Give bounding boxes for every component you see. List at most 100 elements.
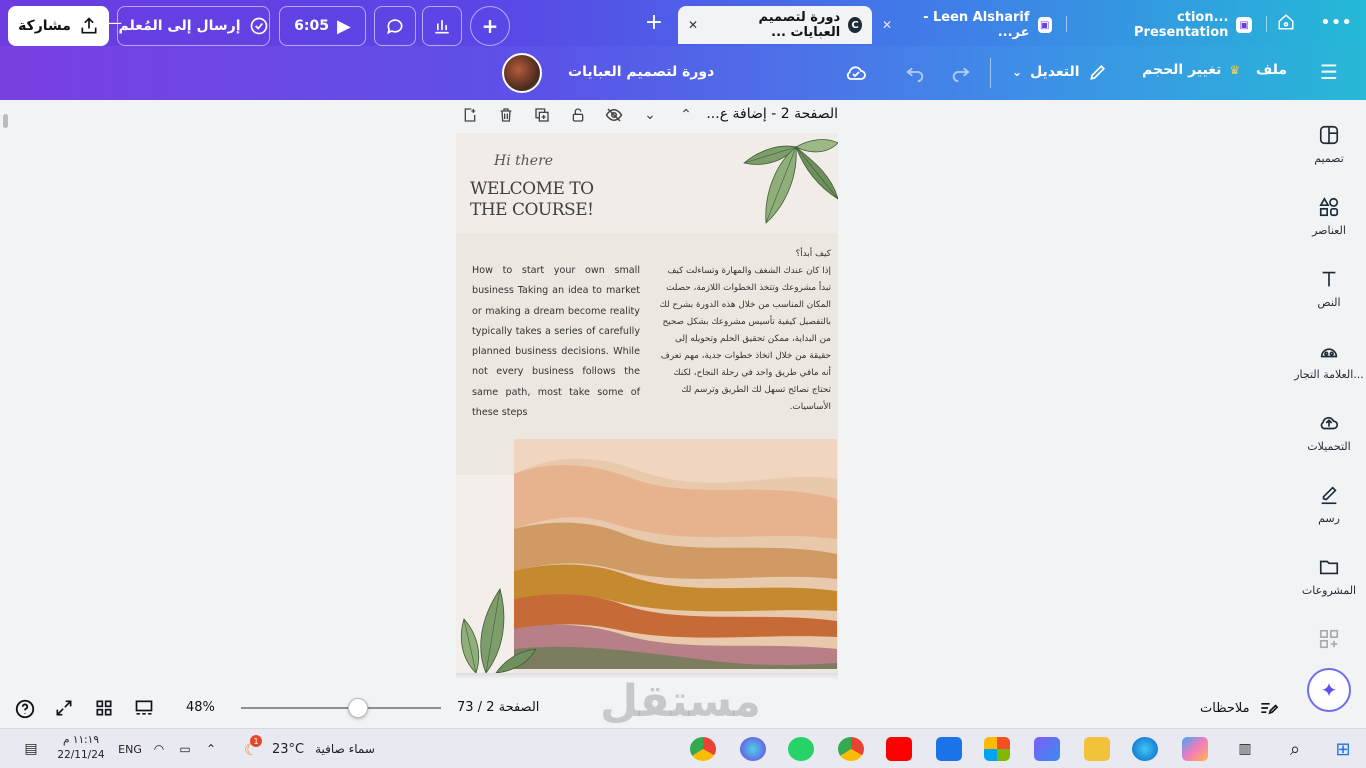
- weather-badge: 1: [250, 735, 262, 747]
- avatar[interactable]: [502, 53, 542, 93]
- tab-leen[interactable]: ▣ Leen Alsharif - عر... ✕: [872, 6, 1062, 44]
- sidebar-item-uploads[interactable]: التحميلات: [1292, 412, 1366, 453]
- play-icon: ▶: [336, 15, 351, 37]
- more-options-icon[interactable]: •••: [1320, 8, 1352, 36]
- grid-view-button[interactable]: [94, 698, 114, 718]
- edit-label: التعديل: [1030, 64, 1080, 80]
- file-menu-button[interactable]: ملف: [1256, 62, 1287, 78]
- redo-icon[interactable]: [950, 61, 972, 83]
- hi-there-text: Hi there: [494, 153, 554, 169]
- page-header: ⌄ ⌃ الصفحة 2 - إضافة ع...: [456, 104, 838, 126]
- canva-taskbar-icon[interactable]: [740, 737, 766, 761]
- arabic-body: كيف أبدأ؟ إذا كان عندك الشغف والمهارة وت…: [654, 246, 831, 416]
- pages-view-button[interactable]: [134, 698, 154, 718]
- share-button[interactable]: مشاركة: [8, 6, 109, 46]
- chevron-down-icon: ⌄: [1012, 65, 1023, 79]
- tab-close-icon[interactable]: ✕: [688, 18, 698, 32]
- edit-mode-button[interactable]: ⌄ التعديل: [1012, 62, 1108, 82]
- present-button[interactable]: 6:05 ▶: [279, 6, 366, 46]
- leaf-illustration: [743, 139, 838, 224]
- send-to-teacher-button[interactable]: إرسال إلى المُعلم: [117, 6, 270, 46]
- resize-button[interactable]: تغيير الحجم ♛: [1142, 62, 1240, 78]
- duplicate-icon[interactable]: [533, 106, 551, 124]
- canva-icon: C: [848, 17, 862, 33]
- tab-active[interactable]: C دورة لتصميم العبايات ... ✕: [678, 6, 872, 44]
- help-button[interactable]: [14, 698, 36, 720]
- timer-label: 6:05: [294, 18, 329, 34]
- scrollbar-thumb[interactable]: [3, 114, 8, 128]
- comment-button[interactable]: [374, 6, 416, 46]
- sidebar-item-label: النص: [1317, 296, 1341, 309]
- upload-icon: [1320, 416, 1339, 430]
- grid-icon: [96, 700, 112, 716]
- home-icon[interactable]: [1272, 8, 1300, 36]
- edge-icon[interactable]: [1132, 737, 1158, 761]
- tab-presentation[interactable]: ▣ ...ction Presentation: [1072, 6, 1262, 44]
- clock-date: 22/11/24: [57, 749, 105, 761]
- undo-icon[interactable]: [904, 61, 926, 83]
- check-circle-icon: [250, 17, 267, 35]
- notes-label: ملاحظات: [1200, 700, 1250, 716]
- resize-label: تغيير الحجم: [1142, 62, 1222, 78]
- weather-text[interactable]: سماء صافية: [306, 737, 384, 761]
- chrome-icon[interactable]: [690, 737, 716, 761]
- apps-icon: [1319, 629, 1339, 649]
- insights-button[interactable]: [422, 6, 462, 46]
- clock[interactable]: ١١:١٩ م 22/11/24: [52, 733, 110, 763]
- mail-icon[interactable]: [936, 737, 962, 761]
- language-indicator[interactable]: ENG: [116, 737, 144, 761]
- classroom-icon: ▣: [1236, 17, 1252, 33]
- new-tab-icon[interactable]: +: [640, 8, 668, 36]
- notifications-icon[interactable]: ▤: [18, 737, 44, 761]
- add-page-icon[interactable]: [461, 106, 479, 124]
- file-explorer-icon[interactable]: [1084, 737, 1110, 761]
- tab-close-icon[interactable]: ✕: [882, 18, 892, 32]
- sidebar-item-brand[interactable]: العلامة التجار...: [1292, 340, 1366, 381]
- zoom-slider-track[interactable]: [241, 707, 441, 709]
- chevron-up-icon[interactable]: ⌃: [677, 106, 695, 124]
- hamburger-menu-icon[interactable]: ☰: [1320, 60, 1338, 84]
- copilot-icon[interactable]: [1182, 737, 1208, 761]
- youtube-icon[interactable]: [886, 737, 912, 761]
- magic-assistant-button[interactable]: ✦: [1307, 668, 1351, 712]
- welcome-line-1: WELCOME TO: [470, 179, 594, 199]
- arabic-title: كيف أبدأ؟: [795, 249, 831, 259]
- task-view-icon[interactable]: ▥: [1232, 737, 1258, 761]
- sidebar-item-draw[interactable]: رسم: [1292, 484, 1366, 525]
- design-icon: [1319, 125, 1339, 145]
- store-icon[interactable]: [984, 737, 1010, 761]
- fullscreen-button[interactable]: [54, 698, 74, 718]
- temperature[interactable]: 23°C: [268, 737, 308, 761]
- app-icon[interactable]: [1034, 737, 1060, 761]
- sidebar-item-apps[interactable]: [1292, 628, 1366, 656]
- sidebar-item-elements[interactable]: العناصر: [1292, 196, 1366, 237]
- zoom-level[interactable]: 48%: [186, 700, 215, 715]
- notes-button[interactable]: ملاحظات: [1200, 698, 1278, 718]
- sidebar-item-design[interactable]: تصميم: [1292, 124, 1366, 165]
- pages-icon: [135, 700, 153, 715]
- welcome-heading: WELCOME TO THE COURSE!: [470, 179, 594, 221]
- whatsapp-icon[interactable]: [788, 737, 814, 761]
- lock-icon[interactable]: [569, 106, 587, 124]
- welcome-line-2: THE COURSE!: [470, 200, 594, 220]
- comment-icon: [387, 19, 403, 35]
- document-title[interactable]: دورة لتصميم العبايات: [568, 64, 714, 80]
- windows-start-icon[interactable]: ⊞: [1330, 737, 1356, 761]
- page-counter[interactable]: الصفحة 2 / 73: [457, 700, 539, 715]
- chrome-icon[interactable]: [838, 737, 864, 761]
- search-icon[interactable]: ⌕: [1282, 737, 1308, 761]
- send-label: إرسال إلى المُعلم: [118, 18, 241, 34]
- chevron-up-icon[interactable]: ⌃: [198, 737, 224, 761]
- hide-icon[interactable]: [605, 106, 623, 124]
- zoom-slider-knob[interactable]: [348, 698, 368, 718]
- trash-icon[interactable]: [497, 106, 515, 124]
- cloud-saved-icon[interactable]: [844, 61, 868, 85]
- design-page[interactable]: Hi there WELCOME TO THE COURSE! How to s…: [456, 133, 838, 673]
- page-label[interactable]: الصفحة 2 - إضافة ع...: [706, 106, 838, 122]
- chevron-down-icon[interactable]: ⌄: [641, 106, 659, 124]
- expand-icon: [56, 700, 72, 716]
- sidebar-item-label: تصميم: [1314, 152, 1344, 165]
- add-collaborator-button[interactable]: +: [470, 6, 510, 46]
- sidebar-item-text[interactable]: النص: [1292, 268, 1366, 309]
- sidebar-item-projects[interactable]: المشروعات: [1292, 556, 1366, 597]
